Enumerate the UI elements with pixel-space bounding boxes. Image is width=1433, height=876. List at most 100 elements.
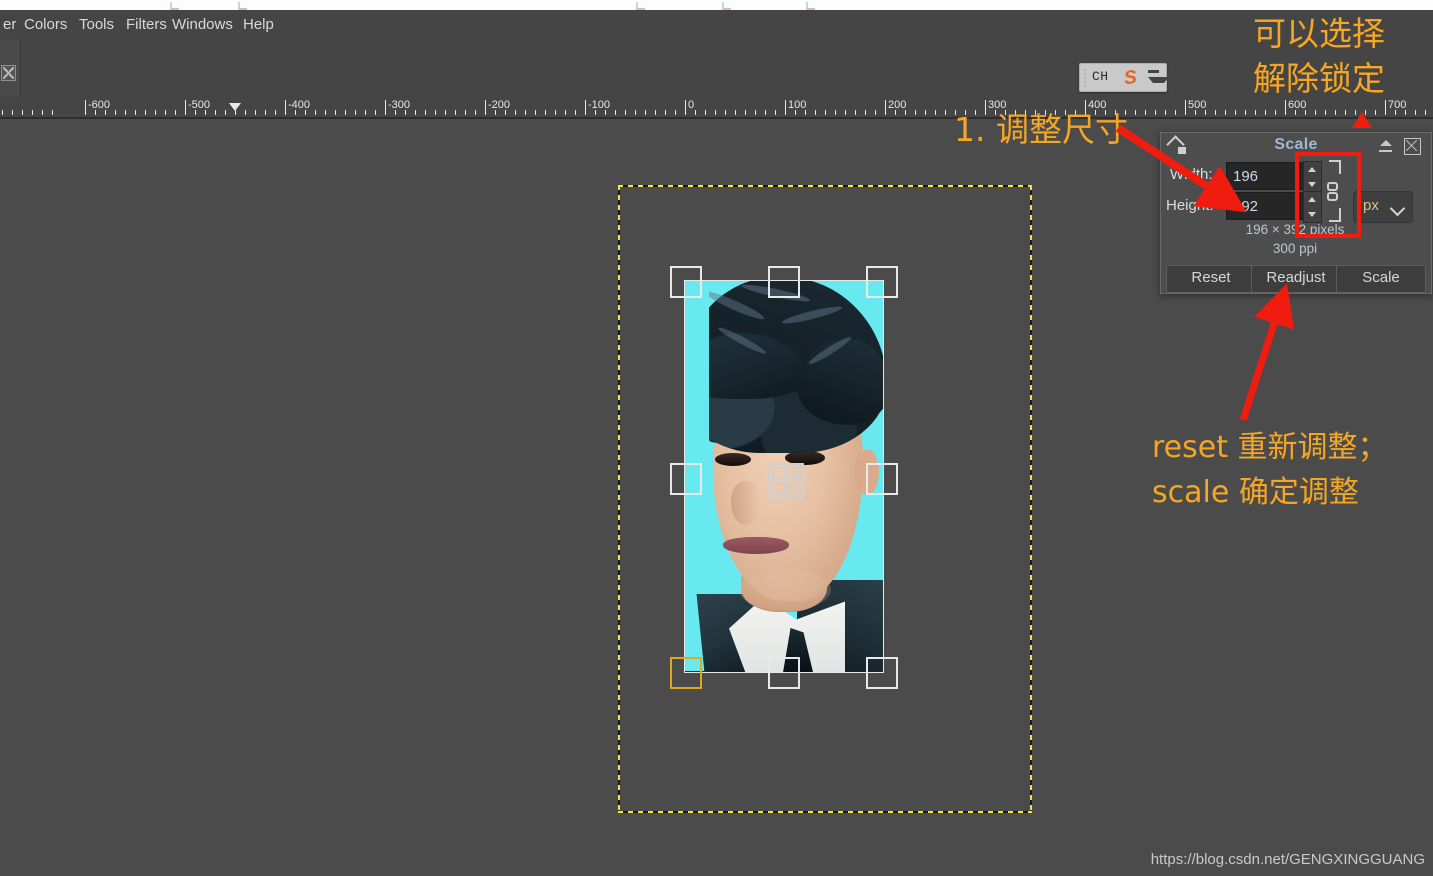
chevron-down-icon (1389, 200, 1406, 217)
ruler-tick-minor (425, 110, 426, 115)
image-thumbnail-icon (1, 65, 16, 81)
ime-expand-icon[interactable] (1148, 70, 1169, 86)
menu-item-windows[interactable]: Windows (165, 10, 240, 39)
handle-bottom-left[interactable] (670, 657, 702, 689)
ruler-tick-minor (1295, 110, 1296, 115)
reset-button[interactable]: Reset (1166, 265, 1256, 293)
menu-item-tools[interactable]: Tools (72, 10, 121, 39)
ruler-tick-minor (1255, 110, 1256, 115)
handle-middle-left[interactable] (670, 463, 702, 495)
ruler-tick-major (785, 100, 786, 115)
sogou-ime-bar[interactable]: CH S (1079, 63, 1169, 92)
ruler-tick-minor (525, 110, 526, 115)
ruler-tick-minor (825, 110, 826, 115)
close-icon[interactable] (1404, 138, 1421, 155)
ruler-tick-minor (735, 110, 736, 115)
ruler-tick-minor (815, 110, 816, 115)
ruler-tick-minor (875, 110, 876, 115)
ruler-tick-minor (355, 110, 356, 115)
ruler-tick-minor (565, 110, 566, 115)
ruler-tick-minor (545, 110, 546, 115)
ruler-tick-minor (925, 110, 926, 115)
ruler-tick-minor (105, 110, 106, 115)
width-input[interactable] (1226, 162, 1310, 190)
ruler-tick-minor (605, 110, 606, 115)
pixel-size-info: 196 × 392 pixels (1245, 222, 1345, 237)
ruler-tick-minor (1395, 110, 1396, 115)
ruler-position-marker (229, 103, 241, 111)
ruler-label: -400 (288, 99, 311, 111)
handle-top-left[interactable] (670, 266, 702, 298)
ruler-tick-minor (1335, 110, 1336, 115)
ruler-tick-minor (505, 110, 506, 115)
chain-linked-icon[interactable] (1325, 160, 1341, 222)
annotation-reset-note: reset 重新调整； (1152, 430, 1388, 465)
menu-item-colors[interactable]: Colors (17, 10, 74, 39)
ruler-tick-minor (1165, 110, 1166, 115)
collapse-icon[interactable] (1378, 139, 1393, 153)
ruler-tick-minor (795, 110, 796, 115)
ruler-tick-minor (95, 110, 96, 115)
ruler-tick-minor (1325, 110, 1326, 115)
ruler-label: 200 (888, 99, 907, 111)
ruler-tick-major (485, 100, 486, 115)
horizontal-ruler[interactable]: -600 -500 -400 -300 -200 -100 0 100 200 300 400 500… (0, 98, 1433, 119)
ruler-label: -100 (588, 99, 611, 111)
scale-dialog-titlebar[interactable]: Scale (1161, 133, 1431, 159)
ruler-tick-minor (1275, 110, 1276, 115)
ruler-tick-minor (755, 110, 756, 115)
ruler-tick-minor (415, 110, 416, 115)
ruler-tick-minor (275, 110, 276, 115)
ruler-tick-minor (335, 110, 336, 115)
menu-item-help[interactable]: Help (236, 10, 281, 39)
ruler-tick-minor (2, 110, 3, 115)
ruler-tick-minor (305, 110, 306, 115)
readjust-button[interactable]: Readjust (1251, 265, 1341, 293)
ruler-label: 500 (1188, 99, 1207, 111)
scale-button[interactable]: Scale (1336, 265, 1426, 293)
width-stepper[interactable] (1303, 161, 1322, 193)
handle-top-right[interactable] (866, 266, 898, 298)
ruler-tick-minor (555, 110, 556, 115)
dock-tab[interactable] (0, 39, 21, 97)
ruler-tick-minor (495, 110, 496, 115)
unit-select[interactable]: px (1353, 191, 1413, 223)
ruler-tick-minor (465, 110, 466, 115)
ime-grip[interactable] (1084, 68, 1086, 87)
ruler-tick-minor (395, 110, 396, 115)
ruler-tick-minor (52, 110, 53, 115)
handle-bottom-center[interactable] (768, 657, 800, 689)
ime-language-label[interactable]: CH (1092, 69, 1109, 84)
ruler-tick-minor (1375, 110, 1376, 115)
ruler-tick-minor (855, 110, 856, 115)
height-input[interactable] (1226, 192, 1310, 220)
ruler-tick-major (1285, 100, 1286, 115)
handle-center[interactable] (768, 463, 804, 499)
height-stepper[interactable] (1303, 191, 1322, 223)
ruler-tick-minor (635, 110, 636, 115)
ruler-label: -600 (88, 99, 111, 111)
ruler-tick-minor (265, 110, 266, 115)
handle-bottom-right[interactable] (866, 657, 898, 689)
ruler-tick-minor (195, 110, 196, 115)
ruler-label: 700 (1388, 99, 1407, 111)
ruler-tick-minor (135, 110, 136, 115)
ruler-tick-minor (865, 110, 866, 115)
ruler-tick-minor (22, 110, 23, 115)
ruler-tick-minor (715, 110, 716, 115)
dock-tab-strip (0, 39, 1433, 98)
ruler-tick-minor (295, 110, 296, 115)
window-top-sliver (0, 0, 1433, 10)
annotation-step-one: 1. 调整尺寸 (954, 110, 1128, 149)
ruler-label: 0 (688, 99, 695, 111)
ruler-tick-minor (765, 110, 766, 115)
sogou-logo-icon[interactable]: S (1123, 67, 1146, 90)
ruler-tick-major (385, 100, 386, 115)
ruler-label: -500 (188, 99, 211, 111)
ruler-tick-minor (1415, 110, 1416, 115)
handle-top-center[interactable] (768, 266, 800, 298)
ruler-tick-minor (1425, 110, 1426, 115)
ruler-tick-minor (1315, 110, 1316, 115)
handle-middle-right[interactable] (866, 463, 898, 495)
ruler-tick-minor (175, 110, 176, 115)
